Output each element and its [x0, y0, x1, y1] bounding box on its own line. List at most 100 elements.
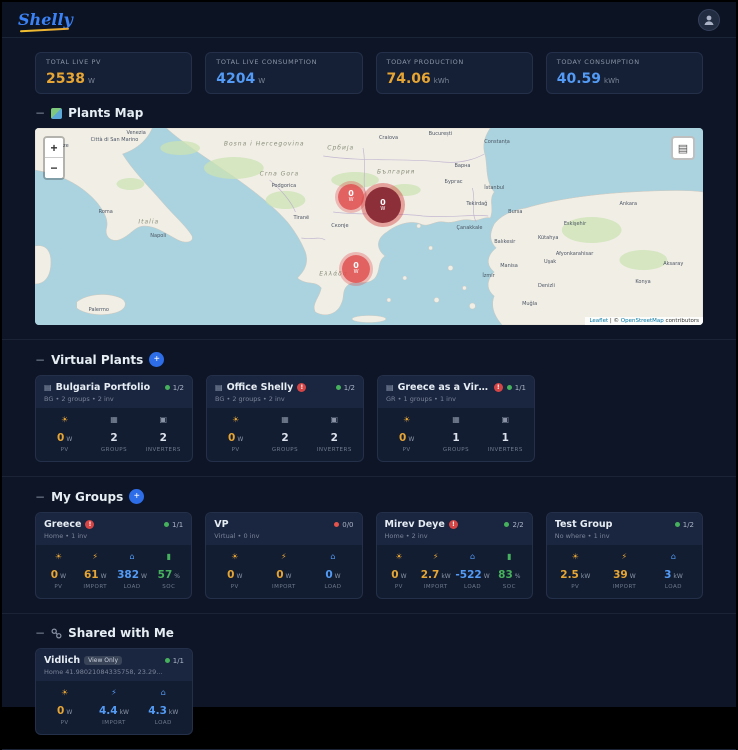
- stat-label: IMPORT: [423, 584, 448, 590]
- plant-stat: ⚡ 61 W IMPORT: [77, 553, 114, 591]
- my-groups-section: − My Groups + Greece! 1/1 Home • 1 inv ☀ 0 W P…: [35, 489, 703, 599]
- stat-label: TODAY CONSUMPTION: [556, 58, 640, 66]
- plant-stat: ⚡ 4.4 kW IMPORT: [89, 688, 138, 727]
- add-virtual-plant-button[interactable]: +: [149, 352, 165, 367]
- load-icon: ⌂: [129, 552, 135, 561]
- zoom-out-button[interactable]: −: [45, 158, 63, 178]
- battery-icon: ▮: [166, 552, 172, 561]
- stat-unit: W: [100, 573, 107, 580]
- stat-label: PV: [231, 447, 240, 453]
- collapse-toggle[interactable]: −: [35, 491, 45, 503]
- plant-stat: ▣ 2 INVERTERS: [139, 416, 188, 454]
- stat-unit: %: [514, 573, 521, 580]
- plant-name: Test Group: [554, 519, 613, 530]
- stat-unit: kW: [119, 709, 129, 716]
- stat-value-row: 74.06 kWh: [387, 68, 522, 87]
- stat-label: PV: [60, 720, 69, 726]
- plant-card[interactable]: Mirev Deye! 2/2 Home • 2 inv ☀ 0 W PV ⚡ 2.7 kW IMP…: [375, 512, 533, 599]
- card-title-row: Test Group 1/2: [555, 519, 694, 530]
- map-attribution: Leaflet | © OpenStreetMap contributors: [585, 317, 703, 325]
- stat-label: TOTAL LIVE PV: [46, 58, 102, 66]
- zoom-in-button[interactable]: +: [45, 138, 63, 158]
- plant-name: Greece: [44, 519, 82, 530]
- sun-icon: ☀: [54, 552, 62, 561]
- stat-value: 4204: [216, 71, 256, 87]
- load-icon: ⌂: [330, 552, 336, 561]
- map-marker[interactable]: 0W: [338, 183, 365, 210]
- plant-stat: ☀ 0 W PV: [382, 415, 431, 454]
- card-title-row: ▤ Office Shelly! 1/2: [215, 382, 355, 393]
- plant-stat: ⚡ 2.7 kW IMPORT: [417, 552, 454, 591]
- card-header: Test Group 1/2 No where • 1 inv: [546, 513, 702, 545]
- stat-value: 0: [228, 432, 236, 444]
- map-layers-button[interactable]: ▤: [671, 136, 695, 160]
- status-dot: [674, 522, 680, 527]
- load-icon: ⌂: [469, 552, 476, 561]
- plant-card[interactable]: Greece! 1/1 Home • 1 inv ☀ 0 W PV ⚡ 61 W IMPORT ⌂ 38…: [35, 512, 193, 599]
- shared-cards: Vidlich View Only 1/1 Home 41.9802108433575…: [35, 648, 703, 735]
- status-badge: 1/2: [164, 384, 184, 392]
- plant-card[interactable]: ▤ Bulgaria Portfolio 1/2 BG • 2 groups • 2 …: [35, 375, 193, 462]
- stat-value: 2: [330, 432, 338, 444]
- stat-value-row: -522 W: [455, 563, 489, 582]
- stat-value: 0: [391, 569, 399, 581]
- plant-stat: ▮ 57% SOC: [150, 552, 187, 591]
- stat-label: IMPORT: [83, 584, 108, 590]
- stat-label: LOAD: [463, 584, 482, 590]
- stat-unit: kW: [441, 573, 451, 580]
- plant-card[interactable]: Vidlich View Only 1/1 Home 41.9802108433575…: [35, 648, 193, 735]
- stat-label: SOC: [502, 584, 516, 590]
- stat-value: 2.7: [420, 569, 440, 581]
- plant-stat: ▦ 2 GROUPS: [89, 416, 138, 454]
- plant-card[interactable]: Test Group 1/2 No where • 1 inv ☀ 2.5 kW PV ⚡ 39…: [545, 512, 703, 599]
- stat-unit: W: [66, 436, 73, 443]
- sun-icon: ☀: [403, 415, 411, 424]
- link-icon: [51, 628, 62, 639]
- stat-value-row: 2: [110, 426, 117, 445]
- stat-value-row: 2538 W: [46, 68, 181, 87]
- navbar: Shelly: [2, 2, 736, 38]
- status-dot: [504, 522, 510, 527]
- plant-card[interactable]: ▤ Office Shelly! 1/2 BG • 2 groups • 2 inv ☀…: [206, 375, 364, 462]
- card-title-row: ▤ Greece as a Virtual! 1/1: [386, 382, 526, 393]
- card-title-row: Mirev Deye! 2/2: [385, 519, 524, 530]
- stat-unit: W: [236, 573, 243, 580]
- collapse-toggle[interactable]: −: [35, 107, 45, 119]
- plant-stat: ⌂ 382 W LOAD: [114, 552, 151, 591]
- plant-name: Greece as a Virtual: [397, 382, 490, 393]
- plant-card[interactable]: ▤ Greece as a Virtual! 1/1 GR • 1 groups • …: [377, 375, 535, 462]
- marker-unit: W: [380, 205, 386, 212]
- stat-value-row: 1: [452, 426, 459, 445]
- status-badge: 1/1: [506, 384, 526, 392]
- leaflet-link[interactable]: Leaflet: [589, 318, 608, 324]
- card-header: Vidlich View Only 1/1 Home 41.9802108433575…: [36, 649, 192, 681]
- stat-value-row: 0W: [276, 563, 291, 582]
- user-avatar-button[interactable]: [698, 8, 720, 31]
- stat-card: TOTAL LIVE PV 2538 W: [35, 52, 193, 94]
- bolt-icon: ⚡: [111, 688, 117, 697]
- plant-stat: ☀ 0 W PV: [210, 553, 259, 591]
- status-badge: 2/2: [504, 521, 524, 529]
- status-badge: 1/1: [164, 657, 184, 665]
- plants-map[interactable]: VeneziaCittà di San MarinoFirenzeRomaNap…: [35, 128, 703, 325]
- map-marker[interactable]: 0W: [364, 187, 401, 223]
- stat-unit: W: [483, 573, 490, 580]
- stat-value: 0: [276, 569, 284, 581]
- collapse-toggle[interactable]: −: [35, 627, 45, 639]
- add-group-button[interactable]: +: [129, 489, 145, 504]
- plant-card[interactable]: VP 0/0 Virtual • 0 inv ☀ 0 W PV ⚡ 0 W IMPORT ⌂ 0 W LOA…: [205, 512, 363, 599]
- osm-link[interactable]: OpenStreetMap: [621, 318, 664, 324]
- collapse-toggle[interactable]: −: [35, 354, 45, 366]
- bolt-icon: ⚡: [432, 552, 439, 561]
- plant-name: Bulgaria Portfolio: [55, 382, 151, 393]
- stat-label: TODAY PRODUCTION: [386, 58, 464, 66]
- stat-unit: W: [237, 436, 244, 443]
- section-title: Shared with Me: [68, 626, 174, 640]
- status-badge: 0/0: [334, 521, 354, 529]
- app-logo[interactable]: Shelly: [18, 11, 73, 28]
- stat-value-row: 2: [331, 426, 338, 445]
- plant-subtitle: Home • 1 inv: [44, 532, 88, 540]
- map-marker[interactable]: 0W: [342, 254, 371, 283]
- online-ratio: 1/1: [171, 520, 184, 529]
- plant-stats: ☀ 0 W PV ▦ 2 GROUPS ▣ 2 INVERTERS: [36, 408, 192, 461]
